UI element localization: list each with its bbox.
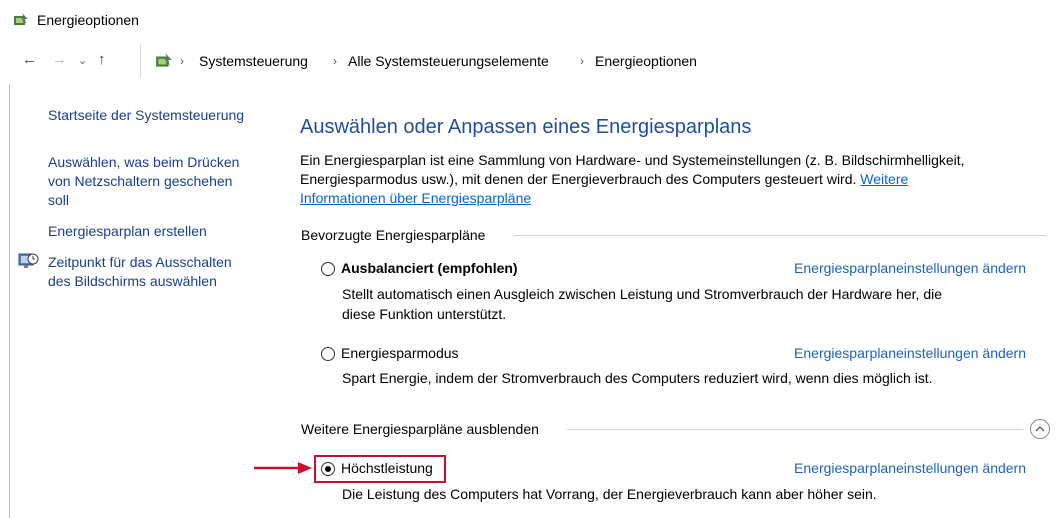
description-text: Ein Energiesparplan ist eine Sammlung vo… <box>300 152 965 168</box>
breadcrumb-separator-icon: › <box>333 54 337 68</box>
chevron-up-icon <box>1035 426 1045 432</box>
plan-description-hoechstleistung: Die Leistung des Computers hat Vorrang, … <box>342 486 877 502</box>
more-info-link[interactable]: Informationen über Energiesparpläne <box>300 190 531 206</box>
breadcrumb-separator-icon: › <box>580 54 584 68</box>
sidebar-item-label: Auswählen, was beim Drücken <box>48 154 240 170</box>
chevron-down-icon[interactable]: ⌄ <box>78 51 87 71</box>
title-bar <box>0 0 1056 38</box>
power-options-icon <box>156 53 172 67</box>
section-heading-more[interactable]: Weitere Energiesparpläne ausblenden <box>301 420 539 439</box>
back-arrow-icon[interactable]: ← <box>22 50 37 70</box>
annotation-arrow-icon <box>254 462 312 474</box>
sidebar-item-label: soll <box>48 192 70 208</box>
sidebar-item-display-off[interactable]: Zeitpunkt für das Ausschalten des Bildsc… <box>48 253 232 291</box>
radio-energiesparmodus[interactable] <box>321 347 335 361</box>
plan-description-energiesparmodus: Spart Energie, indem der Stromverbrauch … <box>342 370 933 386</box>
breadcrumb-separator-icon: › <box>180 54 184 68</box>
breadcrumb-alle-elemente[interactable]: Alle Systemsteuerungselemente <box>348 52 549 70</box>
sidebar-item-label: Zeitpunkt für das Ausschalten <box>48 254 232 270</box>
section-divider <box>567 429 1023 430</box>
collapse-button[interactable] <box>1030 419 1050 439</box>
plan-name-ausbalanciert[interactable]: Ausbalanciert (empfohlen) <box>341 259 518 278</box>
window-left-border <box>9 84 10 518</box>
up-arrow-icon[interactable]: ↑ <box>98 50 106 70</box>
plan-name-hoechstleistung[interactable]: Höchstleistung <box>341 459 433 478</box>
sidebar-item-label: des Bildschirms auswählen <box>48 273 217 289</box>
display-clock-icon <box>18 253 39 268</box>
page-title: Auswählen oder Anpassen eines Energiespa… <box>300 116 752 138</box>
forward-arrow-icon[interactable]: → <box>52 50 67 70</box>
plan-settings-link-energiesparmodus[interactable]: Energiesparplaneinstellungen ändern <box>794 344 1026 363</box>
sidebar-item-label: von Netzschaltern geschehen <box>48 173 233 189</box>
window-title: Energieoptionen <box>37 12 139 28</box>
section-divider <box>514 235 1046 236</box>
section-heading-preferred: Bevorzugte Energiesparpläne <box>301 227 486 243</box>
more-info-link[interactable]: Weitere <box>860 171 908 187</box>
power-options-icon <box>14 13 28 25</box>
radio-ausbalanciert[interactable] <box>321 262 335 276</box>
plan-description-text: diese Funktion unterstützt. <box>342 306 507 322</box>
sidebar-item-home[interactable]: Startseite der Systemsteuerung <box>48 106 244 125</box>
description-text: Energiesparmodus usw.), mit denen der En… <box>300 171 857 187</box>
plan-description-ausbalanciert: Stellt automatisch einen Ausgleich zwisc… <box>342 284 1032 324</box>
page-description: Ein Energiesparplan ist eine Sammlung vo… <box>300 151 1045 208</box>
plan-settings-link-hoechstleistung[interactable]: Energiesparplaneinstellungen ändern <box>794 459 1026 478</box>
sidebar-item-create-plan[interactable]: Energiesparplan erstellen <box>48 222 207 241</box>
breadcrumb-systemsteuerung[interactable]: Systemsteuerung <box>199 52 308 70</box>
breadcrumb-energieoptionen[interactable]: Energieoptionen <box>595 52 697 70</box>
plan-name-energiesparmodus[interactable]: Energiesparmodus <box>341 344 459 363</box>
plan-description-text: Stellt automatisch einen Ausgleich zwisc… <box>342 286 942 302</box>
plan-settings-link-ausbalanciert[interactable]: Energiesparplaneinstellungen ändern <box>794 259 1026 278</box>
sidebar-item-power-buttons[interactable]: Auswählen, was beim Drücken von Netzscha… <box>48 153 239 210</box>
radio-hoechstleistung[interactable] <box>321 462 335 476</box>
